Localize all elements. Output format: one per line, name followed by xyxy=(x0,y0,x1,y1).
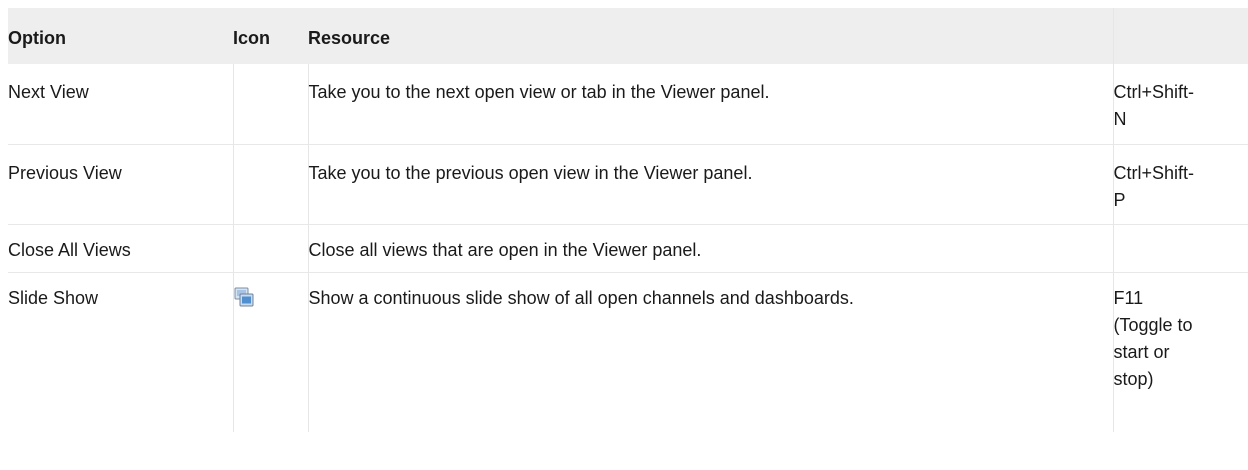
shortcut-cell: Ctrl+Shift- P xyxy=(1112,144,1248,225)
shortcuts-table: Option Icon Resource Next View Take you … xyxy=(8,8,1248,432)
option-cell: Next View xyxy=(8,64,233,145)
icon-cell xyxy=(232,224,308,273)
table-row: Close All Views Close all views that are… xyxy=(8,224,1248,273)
resource-cell: Take you to the next open view or tab in… xyxy=(307,64,1113,145)
shortcut-line: Ctrl+Shift- xyxy=(1113,82,1195,102)
option-cell: Close All Views xyxy=(8,224,233,273)
slide-show-icon xyxy=(234,287,254,307)
shortcut-cell: F11 (Toggle to start or stop) xyxy=(1112,272,1248,432)
header-shortcut xyxy=(1112,8,1248,64)
header-resource: Resource xyxy=(308,8,1113,64)
header-icon: Icon xyxy=(233,8,308,64)
table-row: Slide Show Show a continuous slide show … xyxy=(8,272,1248,432)
resource-cell: Take you to the previous open view in th… xyxy=(307,144,1113,225)
header-option: Option xyxy=(8,8,233,64)
shortcut-line: Ctrl+Shift- xyxy=(1113,162,1195,183)
icon-cell xyxy=(232,64,308,145)
table-row: Next View Take you to the next open view… xyxy=(8,64,1248,145)
shortcut-line: F11 xyxy=(1113,287,1144,308)
shortcut-line: stop) xyxy=(1113,368,1154,389)
shortcut-line: start or xyxy=(1113,341,1170,362)
shortcut-cell: Ctrl+Shift- N xyxy=(1112,64,1248,145)
icon-cell xyxy=(232,272,308,432)
shortcut-line: N xyxy=(1113,109,1127,129)
option-cell: Slide Show xyxy=(8,287,99,308)
shortcut-line: P xyxy=(1113,189,1126,210)
shortcut-line: (Toggle to xyxy=(1113,314,1193,335)
resource-cell: Close all views that are open in the Vie… xyxy=(307,224,1113,273)
shortcut-cell xyxy=(1112,224,1248,273)
icon-cell xyxy=(232,144,308,225)
table-row: Previous View Take you to the previous o… xyxy=(8,144,1248,225)
option-cell: Previous View xyxy=(8,144,233,225)
header-row: Option Icon Resource xyxy=(8,8,1248,64)
resource-cell: Show a continuous slide show of all open… xyxy=(307,272,1113,432)
